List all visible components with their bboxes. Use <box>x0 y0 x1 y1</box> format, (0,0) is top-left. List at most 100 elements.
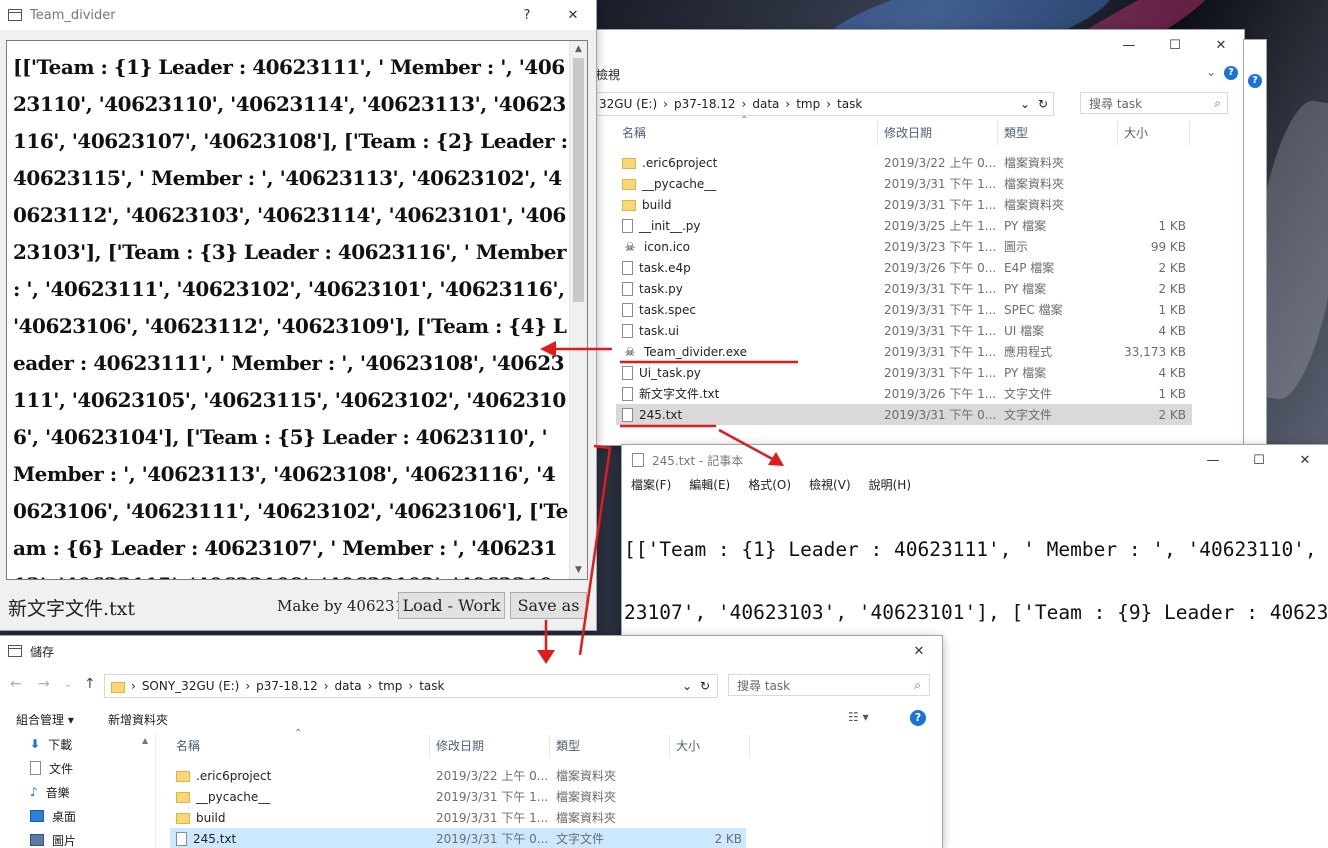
menu-format[interactable]: 格式(O) <box>739 475 800 495</box>
sidebar-item-desktop[interactable]: 桌面 <box>30 806 76 826</box>
search-icon: ⌕ <box>1214 95 1221 110</box>
refresh-icon[interactable]: ↻ <box>1038 97 1048 111</box>
result-text-area[interactable]: [['Team : {1} Leader : 40623111', ' Memb… <box>6 40 588 580</box>
maximize-button[interactable]: ☐ <box>1152 30 1198 60</box>
refresh-icon[interactable]: ↻ <box>700 679 710 693</box>
col-size[interactable]: 大小 <box>1118 121 1190 145</box>
col-date[interactable]: 修改日期 <box>430 734 550 758</box>
save-titlebar[interactable]: 儲存 ✕ <box>0 636 942 666</box>
menu-view[interactable]: 檢視(V) <box>800 475 860 495</box>
sidebar-item-pictures[interactable]: 圖片 <box>30 830 76 848</box>
file-type: E4P 檔案 <box>1004 261 1055 275</box>
explorer-window[interactable]: — ☐ ✕ 檢視 ⌄ ? 32GU (E:) › p37-18.12 › data ›… <box>596 30 1244 445</box>
file-row[interactable]: task.ui 2019/3/31 下午 1... UI 檔案 4 KB <box>616 320 1192 341</box>
file-row[interactable]: 245.txt 2019/3/31 下午 0... 文字文件 2 KB <box>616 404 1192 425</box>
team-divider-window[interactable]: Team_divider ? ✕ [['Team : {1} Leader : … <box>0 0 596 630</box>
col-type[interactable]: 類型 <box>550 734 670 758</box>
file-date: 2019/3/31 下午 1... <box>436 811 549 825</box>
file-type: UI 檔案 <box>1004 324 1045 338</box>
col-type[interactable]: 類型 <box>998 121 1118 145</box>
menu-help[interactable]: 說明(H) <box>860 475 920 495</box>
close-button[interactable]: ✕ <box>1282 445 1328 475</box>
dialog-title: 儲存 <box>30 644 55 659</box>
back-arrow-icon[interactable]: ← <box>10 676 22 692</box>
search-input[interactable]: 搜尋 task ⌕ <box>1080 92 1228 114</box>
file-row[interactable]: __pycache__ 2019/3/31 下午 1... 檔案資料夾 <box>616 173 1192 194</box>
file-row[interactable]: ☠ Team_divider.exe 2019/3/31 下午 1... 應用程式 33… <box>616 341 1192 362</box>
help-icon[interactable]: ? <box>1224 66 1238 80</box>
scroll-up-icon[interactable]: ▲ <box>142 736 148 745</box>
new-folder-button[interactable]: 新增資料夾 <box>108 711 168 728</box>
folder-icon <box>176 813 190 824</box>
address-bar[interactable]: 32GU (E:) › p37-18.12 › data › tmp › task ⌄ … <box>596 92 1054 116</box>
file-row[interactable]: build 2019/3/31 下午 1... 檔案資料夾 <box>170 807 746 828</box>
window-title: 245.txt - 記事本 <box>652 453 744 468</box>
file-row[interactable]: task.e4p 2019/3/26 下午 0... E4P 檔案 2 KB <box>616 257 1192 278</box>
sidebar-item-documents[interactable]: 文件 <box>30 758 73 778</box>
file-row[interactable]: build 2019/3/31 下午 1... 檔案資料夾 <box>616 194 1192 215</box>
file-size: 2 KB <box>1158 281 1186 296</box>
menu-view[interactable]: 檢視 <box>596 66 620 83</box>
file-date: 2019/3/31 下午 0... <box>436 832 549 846</box>
vertical-scrollbar[interactable]: ▲ ▼ <box>569 41 587 579</box>
document-icon <box>176 831 187 846</box>
help-button[interactable]: ? <box>504 0 550 30</box>
sidebar-item-downloads[interactable]: ⬇ 下載 <box>30 734 72 754</box>
folder-icon <box>176 792 190 803</box>
address-bar[interactable]: › SONY_32GU (E:) › p37-18.12 › data › tmp › … <box>104 674 718 698</box>
file-row[interactable]: 245.txt 2019/3/31 下午 0... 文字文件 2 KB <box>170 828 746 848</box>
scroll-down-icon[interactable]: ▼ <box>570 562 587 579</box>
col-name[interactable]: 名稱 <box>170 734 430 758</box>
organize-button[interactable]: 組合管理 ▾ <box>16 711 74 728</box>
file-row[interactable]: __init__.py 2019/3/25 上午 1... PY 檔案 1 KB <box>616 215 1192 236</box>
menu-edit[interactable]: 編輯(E) <box>680 475 739 495</box>
file-row[interactable]: ☠ icon.ico 2019/3/23 下午 1... 圖示 99 KB <box>616 236 1192 257</box>
explorer-titlebar[interactable]: — ☐ ✕ <box>596 30 1244 60</box>
file-type: 圖示 <box>1004 240 1029 254</box>
view-options-icon[interactable]: ☷ ▾ <box>848 710 869 724</box>
dropdown-icon[interactable]: ⌄ <box>682 679 692 693</box>
music-icon: ♪ <box>30 785 38 799</box>
notepad-titlebar[interactable]: 245.txt - 記事本 — ☐ ✕ <box>622 445 1328 475</box>
scroll-up-icon[interactable]: ▲ <box>570 41 587 58</box>
recent-dropdown-icon[interactable]: ⌄ <box>64 679 72 690</box>
save-as-button[interactable]: Save as <box>510 592 587 619</box>
file-date: 2019/3/31 下午 1... <box>884 198 997 212</box>
menu-file[interactable]: 檔案(F) <box>622 475 680 495</box>
up-arrow-icon[interactable]: ↑ <box>84 676 96 692</box>
document-icon <box>622 386 633 401</box>
col-date[interactable]: 修改日期 <box>878 121 998 145</box>
close-button[interactable]: ✕ <box>550 0 596 30</box>
file-name: 245.txt <box>639 407 683 422</box>
file-name: 245.txt <box>193 831 237 846</box>
minimize-button[interactable]: — <box>1190 445 1236 475</box>
search-input[interactable]: 搜尋 task ⌕ <box>728 674 930 696</box>
chevron-down-icon[interactable]: ⌄ <box>1206 65 1216 79</box>
dropdown-icon[interactable]: ⌄ <box>1020 97 1030 111</box>
file-row[interactable]: task.spec 2019/3/31 下午 1... SPEC 檔案 1 KB <box>616 299 1192 320</box>
close-button[interactable]: ✕ <box>1198 30 1244 60</box>
document-icon <box>622 218 633 233</box>
minimize-button[interactable]: — <box>1106 30 1152 60</box>
help-icon[interactable]: ? <box>910 710 926 726</box>
file-row[interactable]: 新文字文件.txt 2019/3/26 下午 1... 文字文件 1 KB <box>616 383 1192 404</box>
maximize-button[interactable]: ☐ <box>1236 445 1282 475</box>
sidebar-scrollbar[interactable]: ▲ <box>138 734 155 848</box>
save-dialog[interactable]: 儲存 ✕ ← → ⌄ ↑ › SONY_32GU (E:) › p37-18.12… <box>0 636 942 848</box>
file-row[interactable]: __pycache__ 2019/3/31 下午 1... 檔案資料夾 <box>170 786 746 807</box>
app-icon <box>8 9 22 21</box>
file-row[interactable]: .eric6project 2019/3/22 上午 0... 檔案資料夾 <box>616 152 1192 173</box>
col-size[interactable]: 大小 <box>670 734 750 758</box>
file-size: 2 KB <box>714 831 742 846</box>
sort-caret-icon: ⌃ <box>740 115 749 126</box>
close-button[interactable]: ✕ <box>896 636 942 666</box>
file-row[interactable]: Ui_task.py 2019/3/31 下午 1... PY 檔案 4 KB <box>616 362 1192 383</box>
sidebar-item-music[interactable]: ♪ 音樂 <box>30 782 70 802</box>
load-work-button[interactable]: Load - Work <box>398 592 505 619</box>
forward-arrow-icon[interactable]: → <box>38 676 50 692</box>
scroll-thumb[interactable] <box>573 58 584 302</box>
file-row[interactable]: task.py 2019/3/31 下午 1... PY 檔案 2 KB <box>616 278 1192 299</box>
folder-icon <box>176 771 190 782</box>
team-titlebar[interactable]: Team_divider ? ✕ <box>0 0 596 30</box>
file-row[interactable]: .eric6project 2019/3/22 上午 0... 檔案資料夾 <box>170 765 746 786</box>
